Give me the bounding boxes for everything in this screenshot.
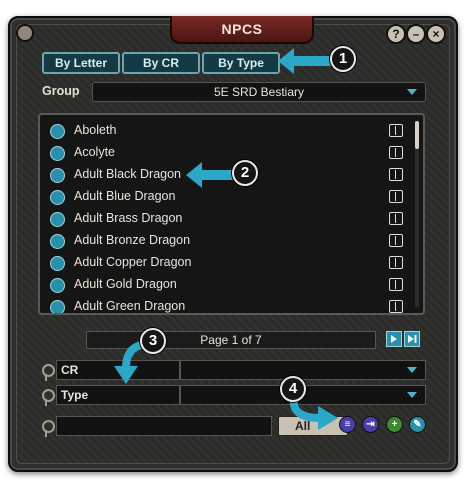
list-item-name: Adult Copper Dragon [74, 255, 192, 269]
list-item-name: Acolyte [74, 145, 115, 159]
key-icon [42, 420, 55, 437]
list-item-name: Adult Black Dragon [74, 167, 182, 181]
book-icon[interactable] [389, 300, 403, 313]
npc-icon [50, 168, 65, 183]
list-item-name: Adult Green Dragon [74, 299, 186, 313]
list-item[interactable]: Aboleth [48, 121, 403, 143]
add-button[interactable]: + [386, 416, 403, 433]
last-page-button[interactable] [404, 331, 420, 347]
list-item[interactable]: Adult Copper Dragon [48, 253, 403, 275]
close-icon[interactable]: × [426, 24, 446, 44]
search-input[interactable] [56, 416, 272, 436]
book-icon[interactable] [389, 168, 403, 181]
list-item[interactable]: Adult Brass Dragon [48, 209, 403, 231]
list-item-name: Adult Blue Dragon [74, 189, 176, 203]
help-icon[interactable]: ? [386, 24, 406, 44]
list-item[interactable]: Adult Blue Dragon [48, 187, 403, 209]
npc-icon [50, 300, 65, 313]
npc-icon [50, 212, 65, 227]
npc-icon [50, 278, 65, 293]
npc-icon [50, 124, 65, 139]
filter-cr-select[interactable] [180, 360, 426, 380]
book-icon[interactable] [389, 234, 403, 247]
npc-icon [50, 190, 65, 205]
list-item-name: Adult Brass Dragon [74, 211, 183, 225]
chevron-down-icon [407, 392, 417, 398]
book-icon[interactable] [389, 212, 403, 225]
book-icon[interactable] [389, 146, 403, 159]
next-page-button[interactable] [386, 331, 402, 347]
npc-list[interactable]: Aboleth Acolyte Adult Black Dragon Adult… [38, 113, 425, 315]
list-item[interactable]: Adult Bronze Dragon [48, 231, 403, 253]
book-icon[interactable] [389, 278, 403, 291]
callout-3: 3 [140, 328, 166, 354]
list-scrollbar[interactable] [415, 121, 419, 307]
edit-button[interactable]: ✎ [409, 416, 426, 433]
book-icon[interactable] [389, 256, 403, 269]
tab-by-cr[interactable]: By CR [122, 52, 200, 74]
tab-by-type[interactable]: By Type [202, 52, 280, 74]
npc-icon [50, 234, 65, 249]
minimize-icon[interactable]: – [406, 24, 426, 44]
callout-1: 1 [330, 46, 356, 72]
group-label: Group [42, 84, 80, 98]
book-icon[interactable] [389, 124, 403, 137]
scrollbar-thumb[interactable] [415, 121, 419, 149]
list-item-name: Adult Gold Dragon [74, 277, 177, 291]
list-item-name: Adult Bronze Dragon [74, 233, 191, 247]
callout-2: 2 [232, 160, 258, 186]
arrow-last-icon [408, 335, 417, 343]
group-select-value: 5E SRD Bestiary [213, 85, 305, 99]
window-title: NPCS [170, 16, 314, 44]
key-icon [42, 389, 55, 406]
arrow-right-icon [391, 335, 397, 343]
list-item-name: Aboleth [74, 123, 117, 137]
book-icon[interactable] [389, 190, 403, 203]
chevron-down-icon [407, 367, 417, 373]
list-item[interactable]: Adult Gold Dragon [48, 275, 403, 297]
tab-by-letter[interactable]: By Letter [42, 52, 120, 74]
export-button[interactable]: ⇥ [362, 416, 379, 433]
window-menu-icon[interactable] [16, 24, 34, 42]
list-item[interactable]: Adult Green Dragon [48, 297, 403, 313]
chevron-down-icon [407, 89, 417, 95]
npc-icon [50, 256, 65, 271]
npc-icon [50, 146, 65, 161]
group-select[interactable]: 5E SRD Bestiary [92, 82, 426, 102]
callout-4: 4 [280, 376, 306, 402]
key-icon [42, 364, 55, 381]
